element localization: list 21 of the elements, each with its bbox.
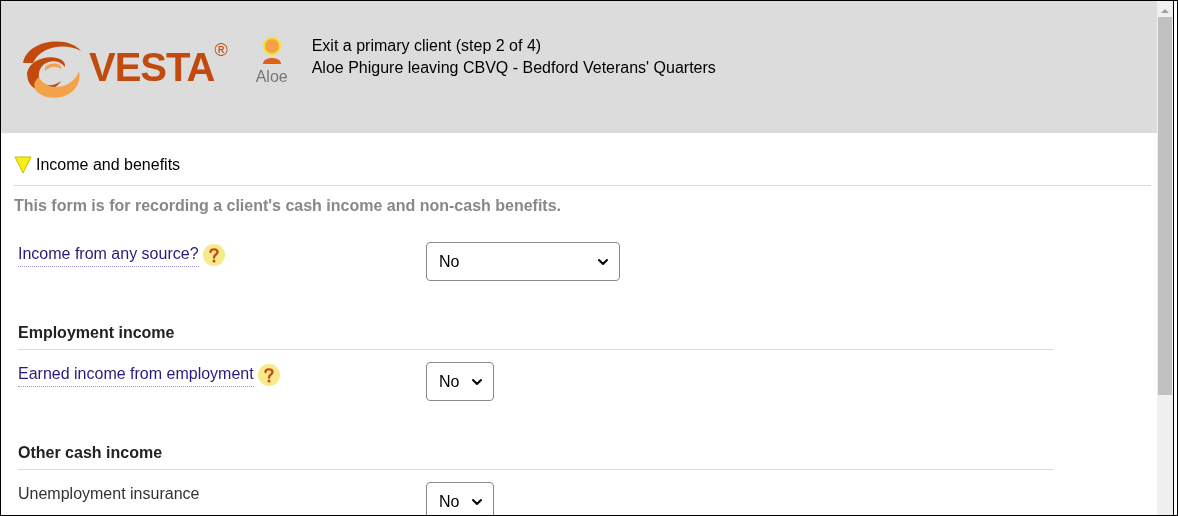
field-label: Income from any source?	[18, 242, 199, 267]
help-icon[interactable]	[257, 363, 280, 386]
field-label: Unemployment insurance	[18, 484, 200, 504]
logo-text: VESTA	[89, 47, 215, 87]
select-field[interactable]: No	[426, 362, 494, 401]
form-description: This form is for recording a client's cash income and non-cash benefits.	[14, 196, 563, 216]
scrollbar-thumb[interactable]	[1158, 17, 1172, 395]
collapse-triangle-icon[interactable]	[14, 156, 32, 174]
scroll-up-icon[interactable]	[1160, 7, 1170, 15]
select-field[interactable]: No	[426, 482, 494, 515]
user-name: Aloe	[255, 67, 288, 87]
section-title: Income and benefits	[36, 155, 181, 175]
help-icon[interactable]	[202, 243, 225, 266]
page-title: Exit a primary client (step 2 of 4)	[311, 36, 543, 56]
group-heading: Employment income	[18, 321, 1053, 350]
group-heading: Other cash income	[18, 441, 1053, 470]
page-subtitle: Aloe Phigure leaving CBVQ - Bedford Veterans' Quarters	[311, 58, 716, 78]
registered-mark: ®	[214, 41, 228, 59]
field-label: Earned income from employment	[18, 362, 254, 387]
scrollbar[interactable]	[1157, 1, 1173, 515]
select-field[interactable]: No	[426, 242, 620, 281]
